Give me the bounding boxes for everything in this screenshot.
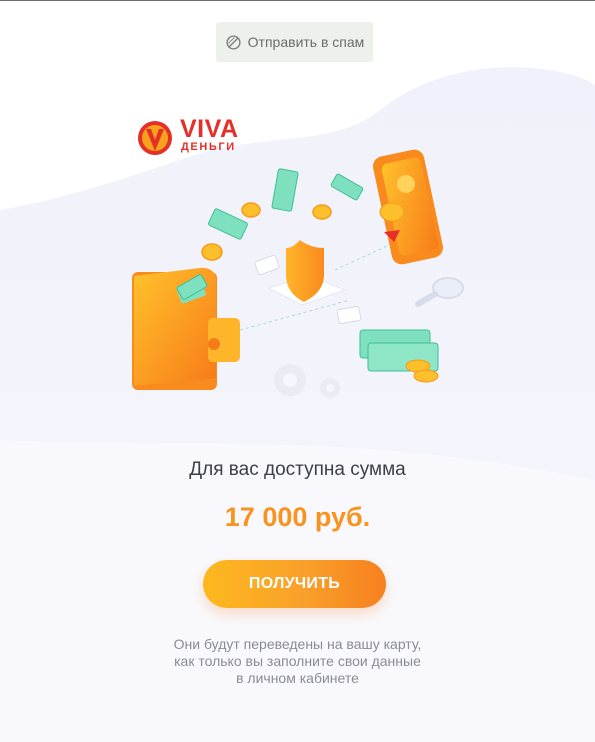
magnifier-icon bbox=[415, 277, 464, 307]
report-spam-label: Отправить в спам bbox=[247, 34, 365, 50]
get-money-button-label: ПОЛУЧИТЬ bbox=[248, 575, 341, 592]
transfer-note: Они будут переведены на вашу карту, как … bbox=[0, 636, 595, 687]
cash-stack-icon bbox=[359, 329, 439, 383]
smartphone-icon bbox=[372, 149, 444, 265]
security-shield-icon bbox=[266, 240, 347, 306]
money-transfer-illustration bbox=[132, 149, 464, 398]
report-spam-button[interactable]: Отправить в спам bbox=[216, 22, 373, 62]
get-money-button[interactable]: ПОЛУЧИТЬ bbox=[203, 560, 386, 608]
gears-icon bbox=[274, 364, 340, 398]
offer-amount: 17 000 руб. bbox=[224, 502, 371, 532]
banknote-icons bbox=[176, 168, 364, 300]
logo-title: VIVA bbox=[180, 115, 239, 143]
offer-headline: Для вас доступна сумма bbox=[189, 459, 406, 480]
spam-cancel-icon bbox=[226, 34, 241, 50]
transfer-note-line: в личном кабинете bbox=[236, 670, 359, 686]
transfer-note-line: как только вы заполните свои данные bbox=[174, 653, 421, 669]
transfer-note-line: Они будут переведены на вашу карту, bbox=[173, 636, 422, 652]
